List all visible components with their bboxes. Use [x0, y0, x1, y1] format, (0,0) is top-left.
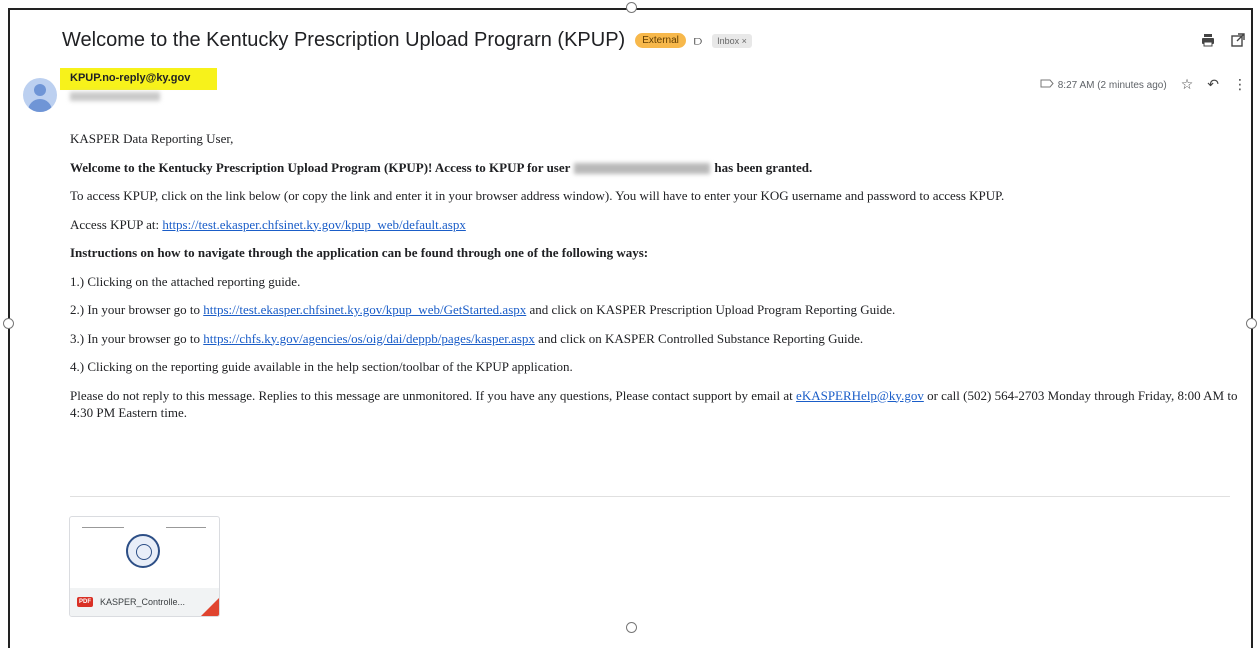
step-1: 1.) Clicking on the attached reporting g…: [70, 273, 301, 289]
greeting: KASPER Data Reporting User,: [70, 131, 234, 146]
access-line: Access KPUP at: https://test.ekasper.chf…: [70, 216, 466, 232]
step-2: 2.) In your browser go to https://test.e…: [70, 302, 896, 317]
preview-text-line: [82, 527, 124, 528]
preview-text-line: [166, 527, 206, 528]
attachment-card[interactable]: PDF KASPER_Controlle...: [69, 516, 220, 617]
step-4: 4.) Clicking on the reporting guide avai…: [70, 359, 573, 374]
kasper-page-link[interactable]: https://chfs.ky.gov/agencies/os/oig/dai/…: [203, 331, 535, 346]
more-vertical-icon[interactable]: ⋮: [1233, 77, 1247, 93]
importance-marker-icon[interactable]: ⫐: [694, 33, 702, 49]
avatar: [23, 78, 57, 112]
attachment-name: KASPER_Controlle...: [100, 597, 186, 607]
attachment-divider: [70, 496, 1230, 497]
subject-row: Welcome to the Kentucky Prescription Upl…: [62, 29, 752, 52]
attachment-footer: PDF KASPER_Controlle...: [70, 588, 219, 616]
pdf-icon: PDF: [77, 597, 93, 607]
message-time: 8:27 AM (2 minutes ago): [1057, 79, 1167, 91]
redacted-recipient: [70, 92, 160, 101]
instructions-heading: Instructions on how to navigate through …: [70, 245, 649, 260]
kpup-login-link[interactable]: https://test.ekasper.chfsinet.ky.gov/kpu…: [162, 217, 466, 232]
seal-icon: [126, 534, 160, 568]
email-body: KASPER Data Reporting User, Welcome to t…: [70, 130, 1240, 421]
resize-handle-top[interactable]: [626, 2, 637, 13]
step-3: 3.) In your browser go to https://chfs.k…: [70, 330, 864, 346]
access-info: To access KPUP, click on the link below …: [70, 188, 1005, 203]
resize-handle-bottom[interactable]: [626, 622, 637, 633]
pdf-corner-icon: [201, 598, 219, 616]
redacted-username: [574, 163, 711, 175]
open-in-new-window-icon[interactable]: [1231, 33, 1245, 50]
external-label[interactable]: External: [635, 33, 686, 48]
email-subject: Welcome to the Kentucky Prescription Upl…: [62, 29, 626, 51]
message-meta: 8:27 AM (2 minutes ago) ☆ ↶ ⋮: [1040, 77, 1247, 93]
reply-icon[interactable]: ↶: [1207, 77, 1219, 93]
welcome-line: Welcome to the Kentucky Prescription Upl…: [70, 159, 813, 175]
label-icon: [1040, 79, 1054, 91]
sender-email[interactable]: KPUP.no-reply@ky.gov: [70, 72, 190, 84]
print-icon[interactable]: [1201, 33, 1215, 50]
support-footer: Please do not reply to this message. Rep…: [70, 387, 1238, 420]
resize-handle-right[interactable]: [1246, 318, 1257, 329]
resize-handle-left[interactable]: [3, 318, 14, 329]
thread-actions: [1201, 33, 1245, 50]
get-started-link[interactable]: https://test.ekasper.chfsinet.ky.gov/kpu…: [203, 302, 526, 317]
support-email-link[interactable]: eKASPERHelp@ky.gov: [796, 388, 924, 403]
inbox-label[interactable]: Inbox ×: [712, 33, 752, 48]
star-icon[interactable]: ☆: [1181, 77, 1194, 93]
